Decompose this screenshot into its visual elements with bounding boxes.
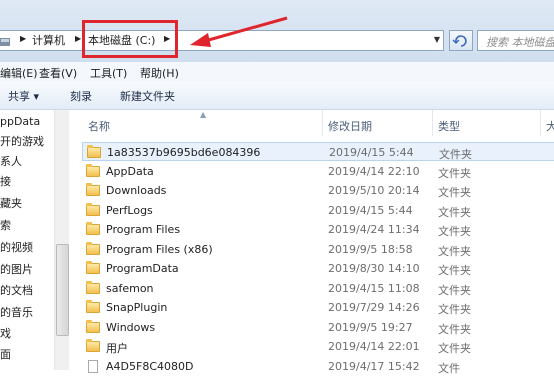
file-name: PerfLogs [106,203,153,217]
column-divider[interactable] [432,110,433,136]
file-name: safemon [106,281,154,295]
file-type: 文件夹 [438,186,471,199]
table-row[interactable]: PerfLogs 2019/4/15 5:44 文件夹 [82,201,554,220]
nav-item[interactable]: 索 [0,218,11,234]
folder-icon [86,319,100,333]
file-date: 2019/4/17 15:42 [328,359,420,373]
file-date: 2019/7/29 14:26 [328,301,420,314]
file-date: 2019/4/15 11:08 [328,281,420,295]
new-folder-button[interactable]: 新建文件夹 [120,88,175,104]
nav-item[interactable]: ppData [0,114,40,130]
file-name: 用户 [106,342,128,355]
menu-view[interactable]: 查看(V) [39,65,77,81]
file-date: 2019/4/14 22:10 [328,164,420,178]
nav-item[interactable]: 面 [0,347,11,363]
file-date: 2019/4/14 22:01 [328,340,420,353]
file-type: 文件夹 [438,342,471,355]
burn-button[interactable]: 刻录 [70,88,92,104]
file-type: 文件夹 [438,322,471,336]
folder-icon [86,202,100,216]
scrollbar-thumb[interactable] [56,244,69,336]
table-row[interactable]: Windows 2019/9/5 19:27 文件夹 [82,318,554,337]
nav-item[interactable]: 的文档 [0,283,33,299]
table-row[interactable]: safemon 2019/4/15 11:08 文件夹 [82,279,554,298]
file-type: 文件 [438,361,460,375]
column-divider[interactable] [322,110,323,136]
nav-item[interactable]: 的视频 [0,240,33,256]
table-row[interactable]: A4D5F8C4080D 2019/4/17 15:42 文件 [82,357,554,376]
file-type: 文件夹 [438,303,471,316]
file-type: 文件夹 [438,283,471,297]
nav-item[interactable]: 戏 [0,326,11,342]
file-name: A4D5F8C4080D [106,359,194,373]
file-date: 2019/9/5 19:27 [328,320,413,334]
command-bar: 共享 ▾ 刻录 新建文件夹 [0,82,554,110]
column-header-name[interactable]: 名称 [88,118,110,134]
file-date: 2019/9/5 18:58 [328,242,413,256]
navigation-scrollbar[interactable] [54,110,69,370]
table-row[interactable]: Program Files (x86) 2019/9/5 18:58 文件夹 [82,240,554,259]
folder-icon [86,222,100,235]
file-list: ▲ 名称 修改日期 类型 大 1a83537b9695bd6e084396 201… [70,110,554,375]
column-divider[interactable] [540,110,541,136]
folder-icon [86,280,100,294]
nav-item[interactable]: 系人 [0,154,22,170]
file-icon [88,359,98,373]
file-name: Windows [106,320,156,334]
annotation-arrow-icon [190,16,288,47]
file-type: 文件夹 [438,225,471,238]
file-name: Downloads [106,184,167,197]
folder-icon [86,261,100,274]
file-name: Program Files [106,223,181,236]
file-type: 文件夹 [438,205,471,219]
nav-item[interactable]: 的音乐 [0,305,33,321]
file-date: 2019/8/30 14:10 [328,262,420,275]
folder-icon [86,241,100,255]
table-row[interactable]: Program Files 2019/4/24 11:34 文件夹 [82,220,554,239]
folder-icon [86,300,100,313]
table-row[interactable]: 用户 2019/4/14 22:01 文件夹 [82,337,554,356]
table-row[interactable]: 1a83537b9695bd6e084396 2019/4/15 5:44 文件夹 [82,142,554,161]
menu-tools[interactable]: 工具(T) [90,65,127,81]
file-type: 文件夹 [438,244,471,258]
file-date: 2019/4/24 11:34 [328,223,420,236]
file-type: 文件夹 [439,148,472,161]
menu-edit[interactable]: 编辑(E) [0,65,38,81]
column-header-date[interactable]: 修改日期 [328,118,372,134]
nav-item[interactable]: 开的游戏 [0,134,44,150]
table-row[interactable]: SnapPlugin 2019/7/29 14:26 文件夹 [82,298,554,317]
table-row[interactable]: AppData 2019/4/14 22:10 文件夹 [82,162,554,181]
nav-item[interactable]: 接 [0,174,11,190]
file-name: ProgramData [106,262,179,275]
file-name: AppData [106,164,154,178]
file-date: 2019/5/10 20:14 [328,184,420,197]
nav-item[interactable]: 的图片 [0,262,33,278]
file-name: SnapPlugin [106,301,168,314]
file-date: 2019/4/15 5:44 [329,146,414,159]
share-button[interactable]: 共享 ▾ [8,88,39,104]
file-type: 文件夹 [438,264,471,277]
table-row[interactable]: Downloads 2019/5/10 20:14 文件夹 [82,181,554,200]
column-header-type[interactable]: 类型 [438,118,460,134]
file-name: Program Files (x86) [106,242,213,256]
folder-icon [86,183,100,196]
folder-icon [86,339,100,352]
table-row[interactable]: ProgramData 2019/8/30 14:10 文件夹 [82,259,554,278]
nav-item[interactable]: 藏夹 [0,196,22,212]
file-type: 文件夹 [438,166,471,180]
column-header-size[interactable]: 大 [546,118,554,134]
sort-ascending-icon: ▲ [200,110,207,119]
folder-icon [86,163,100,177]
file-date: 2019/4/15 5:44 [328,203,413,217]
folder-icon [87,145,101,158]
menu-help[interactable]: 帮助(H) [140,65,179,81]
file-name: 1a83537b9695bd6e084396 [107,146,261,159]
menu-bar: 编辑(E) 查看(V) 工具(T) 帮助(H) [0,62,554,83]
